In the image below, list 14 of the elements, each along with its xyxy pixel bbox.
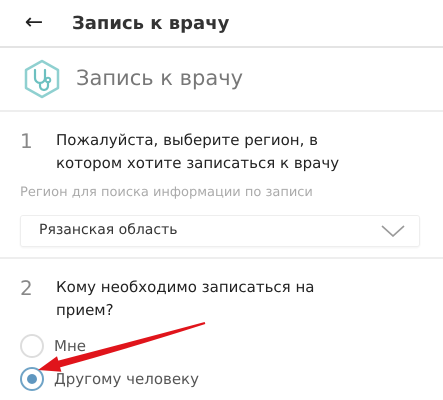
question-text: Кому необходимо записаться на прием?	[56, 276, 316, 320]
screen-title: Запись к врачу	[72, 12, 230, 36]
step-number: 2	[20, 276, 34, 302]
region-select[interactable]: Рязанская область	[20, 214, 420, 246]
service-title: Запись к врачу	[76, 65, 244, 92]
question-text: Пожалуйста, выберите регион, в котором хотите записаться к врачу	[56, 130, 340, 174]
step-number: 1	[20, 129, 34, 155]
chevron-down-icon	[381, 224, 405, 236]
option-label: Мне	[54, 336, 86, 357]
field-hint: Регион для поиска информации по записи	[20, 184, 314, 202]
option-label: Другому человеку	[54, 368, 199, 390]
radio-option[interactable]: Мне	[20, 330, 421, 362]
back-button[interactable]: ←	[20, 12, 48, 34]
stethoscope-icon	[22, 59, 62, 99]
